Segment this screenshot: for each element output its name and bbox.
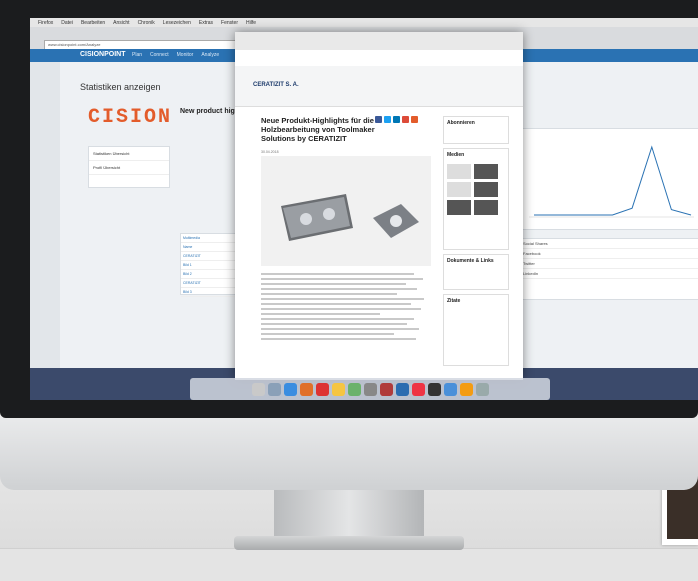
trash-icon[interactable]	[475, 382, 489, 396]
finder-icon[interactable]	[251, 382, 265, 396]
left-sidebar	[30, 62, 60, 382]
product-image	[261, 156, 431, 266]
subscribe-title[interactable]: Abonnieren	[444, 117, 508, 129]
app-icon[interactable]	[443, 382, 457, 396]
page-title: Statistiken anzeigen	[80, 82, 161, 92]
monitor-bezel: Firefox Datei Bearbeiten Ansicht Chronik…	[0, 0, 698, 418]
quotes-title: Zitate	[447, 298, 461, 304]
menu-item[interactable]: Extras	[199, 20, 213, 26]
notes-icon[interactable]	[331, 382, 345, 396]
app-icon[interactable]	[395, 382, 409, 396]
media-title: Medien	[447, 152, 465, 158]
menu-item[interactable]: Bearbeiten	[81, 20, 105, 26]
media-thumbnail[interactable]	[447, 164, 471, 179]
app-icon[interactable]	[347, 382, 361, 396]
app-menu: Plan Connect Monitor Analyze	[132, 52, 219, 58]
brand-logo: CISION	[88, 106, 173, 129]
launchpad-icon[interactable]	[267, 382, 281, 396]
calendar-icon[interactable]	[315, 382, 329, 396]
info-row: LinkedIn	[519, 269, 698, 279]
app-icon[interactable]	[459, 382, 473, 396]
monitor-chin	[0, 418, 698, 490]
media-thumbnails	[444, 161, 508, 218]
googleplus-icon[interactable]	[402, 116, 409, 123]
menu-item[interactable]: Firefox	[38, 20, 53, 26]
chart-panel	[518, 128, 698, 230]
menu-item[interactable]: Lesezeichen	[163, 20, 191, 26]
menu-item[interactable]: Datei	[61, 20, 73, 26]
menu-item[interactable]: Chronik	[138, 20, 155, 26]
menu-item[interactable]: Fenster	[221, 20, 238, 26]
app-menu-item[interactable]: Connect	[150, 52, 169, 58]
modal-toolbar	[235, 32, 523, 50]
app-icon[interactable]	[363, 382, 377, 396]
stats-nav-item[interactable]: Profil Übersicht	[89, 161, 169, 175]
monitor-stand	[274, 490, 424, 540]
info-row: Social Shares	[519, 239, 698, 249]
info-row: Twitter	[519, 259, 698, 269]
press-release-modal: CERATIZIT S. A. Neue Produkt-Highlights …	[235, 32, 523, 380]
share-icons	[375, 116, 418, 123]
media-thumbnail[interactable]	[474, 200, 498, 215]
menu-item[interactable]: Hilfe	[246, 20, 256, 26]
app-menu-item[interactable]: Plan	[132, 52, 142, 58]
info-row: Facebook	[519, 249, 698, 259]
release-date: 30.04.2018	[261, 150, 279, 154]
documents-box: Dokumente & Links	[443, 254, 509, 290]
email-icon[interactable]	[411, 116, 418, 123]
release-title: New product hig	[180, 108, 235, 115]
media-thumbnail[interactable]	[474, 182, 498, 197]
twitter-icon[interactable]	[384, 116, 391, 123]
safari-icon[interactable]	[283, 382, 297, 396]
desk-surface	[0, 548, 698, 581]
firefox-icon[interactable]	[299, 382, 313, 396]
stats-nav-card: Statistiken Übersicht Profil Übersicht	[88, 146, 170, 188]
stats-nav-item[interactable]: Statistiken Übersicht	[89, 147, 169, 161]
linkedin-icon[interactable]	[393, 116, 400, 123]
product-illustration	[281, 194, 419, 241]
app-menu-item[interactable]: Analyze	[201, 52, 219, 58]
app-menu-item[interactable]: Monitor	[177, 52, 194, 58]
pdf-icon[interactable]	[411, 382, 425, 396]
media-thumbnail[interactable]	[447, 182, 471, 197]
os-menubar: Firefox Datei Bearbeiten Ansicht Chronik…	[30, 18, 698, 27]
quotes-box: Zitate	[443, 294, 509, 366]
documents-title: Dokumente & Links	[447, 258, 494, 264]
dock	[190, 378, 550, 400]
app-logo[interactable]: CISIONPOINT	[80, 51, 126, 58]
social-shares-panel: Social Shares Facebook Twitter LinkedIn	[518, 238, 698, 300]
terminal-icon[interactable]	[427, 382, 441, 396]
media-box: Medien	[443, 148, 509, 250]
media-thumbnail[interactable]	[474, 164, 498, 179]
screen: Firefox Datei Bearbeiten Ansicht Chronik…	[30, 18, 698, 400]
monitor-base	[234, 536, 464, 550]
series-line	[534, 145, 692, 216]
subscribe-box: Abonnieren	[443, 116, 509, 144]
menu-item[interactable]: Ansicht	[113, 20, 129, 26]
line-chart	[529, 145, 694, 218]
media-thumbnail[interactable]	[447, 200, 471, 215]
facebook-icon[interactable]	[375, 116, 382, 123]
release-body	[261, 270, 431, 343]
company-name: CERATIZIT S. A.	[253, 82, 299, 88]
app-icon[interactable]	[379, 382, 393, 396]
